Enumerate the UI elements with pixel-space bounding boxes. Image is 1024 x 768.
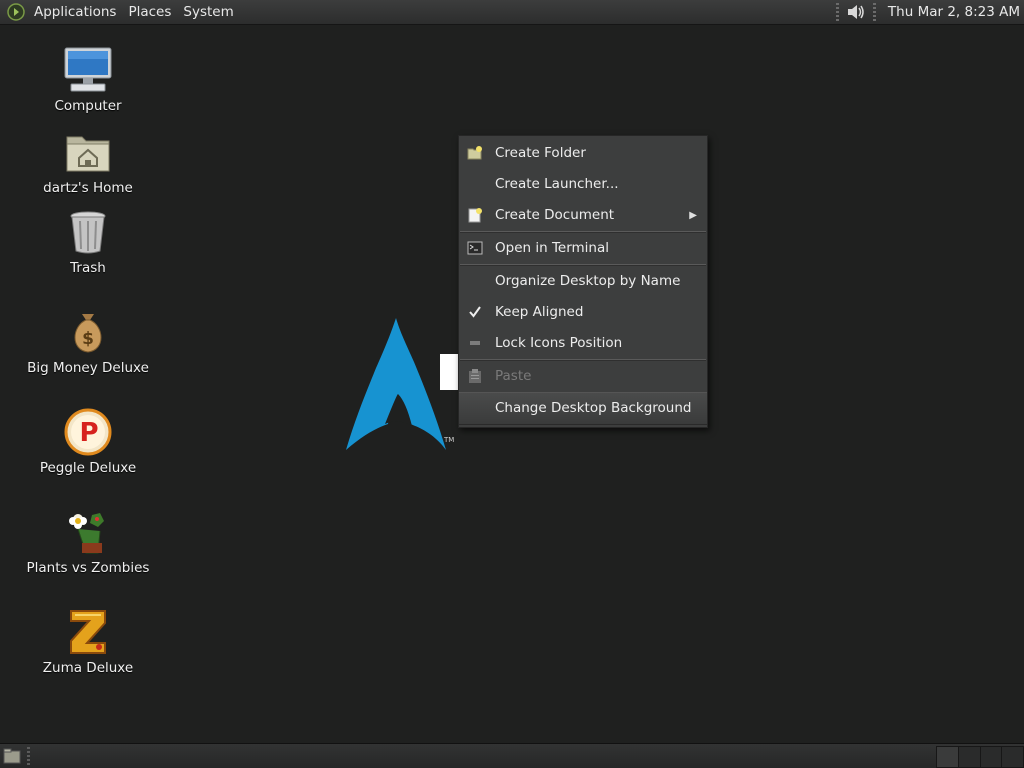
check-icon [467, 304, 483, 320]
computer-icon [62, 44, 114, 96]
menu-item-label: Open in Terminal [495, 240, 609, 256]
submenu-arrow-icon: ▶ [689, 210, 697, 221]
desktop-icon-zuma[interactable]: Zuma Deluxe [20, 606, 156, 676]
desktop-icon-label: Big Money Deluxe [27, 360, 149, 376]
menu-item-keep-aligned[interactable]: Keep Aligned [459, 297, 707, 328]
desktop-icon-computer[interactable]: Computer [20, 44, 156, 114]
desktop-icon-label: Zuma Deluxe [42, 660, 134, 676]
gnome-foot-icon[interactable] [6, 2, 26, 22]
panel-grip[interactable] [835, 3, 839, 21]
arch-linux-logo: TM [340, 316, 470, 460]
svg-text:TM: TM [443, 436, 454, 444]
trash-icon [62, 206, 114, 258]
desktop-icon-label: Plants vs Zombies [26, 560, 150, 576]
home-folder-icon [62, 126, 114, 178]
menu-item-open-terminal[interactable]: Open in Terminal [459, 233, 707, 264]
menu-item-label: Create Launcher... [495, 176, 619, 192]
top-panel: Applications Places System Thu Mar 2, 8:… [0, 0, 1024, 25]
bottom-panel [0, 743, 1024, 768]
menu-item-label: Paste [495, 368, 532, 384]
svg-text:$: $ [82, 329, 94, 349]
menu-item-label: Change Desktop Background [495, 400, 692, 416]
panel-grip[interactable] [872, 3, 876, 21]
workspace-switcher-1[interactable] [936, 746, 960, 768]
desktop-icon-trash[interactable]: Trash [20, 206, 156, 276]
show-desktop-icon[interactable] [2, 747, 22, 765]
menu-item-label: Create Folder [495, 145, 586, 161]
money-bag-icon: $ [62, 306, 114, 358]
menu-item-lock-icons[interactable]: Lock Icons Position [459, 328, 707, 359]
menu-item-paste: Paste [459, 361, 707, 392]
desktop-icon-label: dartz's Home [43, 180, 133, 196]
terminal-icon [467, 240, 483, 256]
menu-item-create-launcher[interactable]: Create Launcher... [459, 169, 707, 200]
paste-icon [467, 368, 483, 384]
checkbox-off-icon [467, 335, 483, 351]
svg-text:P: P [79, 418, 98, 448]
workspace-switcher-4[interactable] [1001, 746, 1024, 768]
menu-item-create-folder[interactable]: Create Folder [459, 138, 707, 169]
menu-item-create-document[interactable]: Create Document ▶ [459, 200, 707, 231]
panel-grip[interactable] [27, 747, 30, 765]
document-new-icon [467, 207, 483, 223]
desktop-icon-pvz[interactable]: Plants vs Zombies [20, 506, 156, 576]
workspace-switcher-2[interactable] [958, 746, 982, 768]
desktop-icon-home[interactable]: dartz's Home [20, 126, 156, 196]
places-menu[interactable]: Places [122, 0, 177, 24]
menu-item-change-background[interactable]: Change Desktop Background [459, 392, 707, 425]
clock[interactable]: Thu Mar 2, 8:23 AM [882, 0, 1020, 24]
menu-item-label: Lock Icons Position [495, 335, 623, 351]
top-panel-tray: Thu Mar 2, 8:23 AM [830, 0, 1020, 24]
system-menu[interactable]: System [177, 0, 239, 24]
desktop-icon-label: Computer [54, 98, 122, 114]
menu-item-label: Create Document [495, 207, 615, 223]
folder-new-icon [467, 145, 483, 161]
applications-menu[interactable]: Applications [28, 0, 122, 24]
menu-item-organize-desktop[interactable]: Organize Desktop by Name [459, 266, 707, 297]
plants-vs-zombies-icon [62, 506, 114, 558]
desktop-icon-label: Peggle Deluxe [39, 460, 137, 476]
desktop-icon-big-money[interactable]: $ Big Money Deluxe [20, 306, 156, 376]
desktop-icon-label: Trash [70, 260, 106, 276]
desktop-icon-peggle[interactable]: P Peggle Deluxe [20, 406, 156, 476]
menu-item-label: Organize Desktop by Name [495, 273, 681, 289]
peggle-icon: P [62, 406, 114, 458]
desktop-context-menu: Create Folder Create Launcher... Create … [458, 135, 708, 428]
zuma-icon [62, 606, 114, 658]
menu-item-label: Keep Aligned [495, 304, 584, 320]
volume-icon[interactable] [845, 2, 867, 22]
